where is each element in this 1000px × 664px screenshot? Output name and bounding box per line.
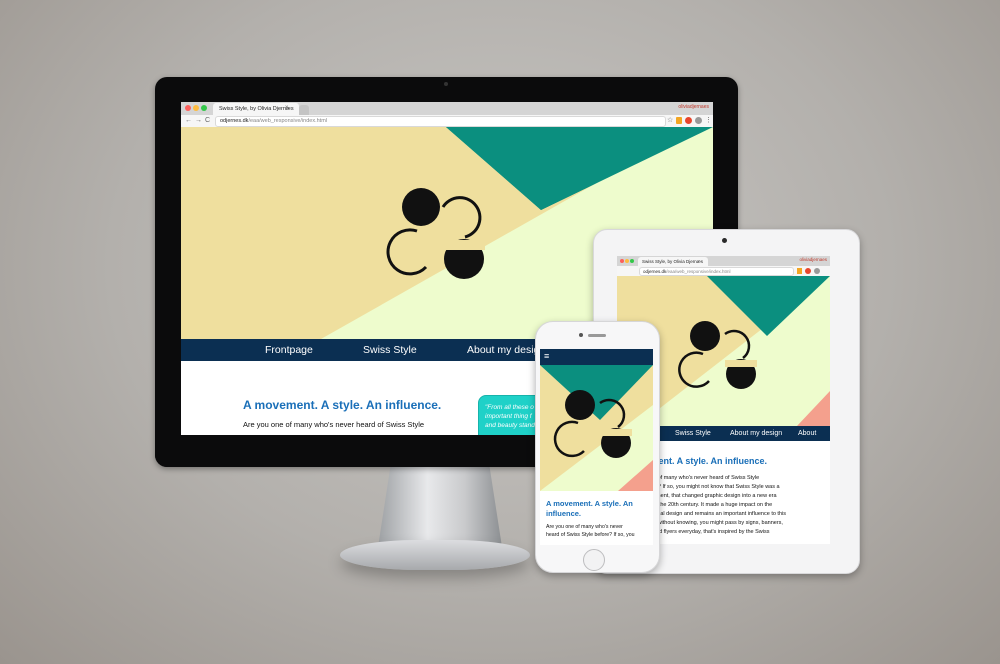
page-heading: A movement. A style. An xyxy=(546,499,633,508)
body-line: e of many who's never heard of Swiss Sty… xyxy=(653,475,760,481)
ipad-camera xyxy=(722,238,727,243)
page-heading-cont: influence. xyxy=(546,509,582,518)
address-bar[interactable]: odjernes.dk/eaa/web_responsive/index.htm… xyxy=(215,116,666,127)
body-line: Are you one of many who's never xyxy=(546,524,623,530)
intro-text: Are you one of many who's never heard of… xyxy=(243,420,425,429)
bookmark-star-icon[interactable]: ☆ xyxy=(667,117,673,124)
nav-swiss-style[interactable]: Swiss Style xyxy=(363,344,417,356)
iphone-speaker xyxy=(588,334,606,337)
url-host: odjernes.dk xyxy=(220,118,249,124)
maximize-window-icon[interactable] xyxy=(201,105,207,111)
minimize-window-icon[interactable] xyxy=(625,259,629,263)
body-line: heard of Swiss Style before? If so, you xyxy=(546,532,635,538)
extension-shield-icon[interactable] xyxy=(685,117,692,124)
extension-icon[interactable] xyxy=(676,117,682,124)
quote-line: "From all these o xyxy=(485,404,534,411)
reload-icon[interactable]: C xyxy=(205,117,210,124)
body-line: ement, that changed graphic design into … xyxy=(653,493,777,499)
page-heading: A movement. A style. An influence. xyxy=(243,398,442,412)
body-line: o without knowing, you might pass by sig… xyxy=(653,520,783,526)
extension-icon[interactable] xyxy=(797,268,802,274)
imac-stand-neck xyxy=(378,467,502,547)
hero-graphic xyxy=(540,365,653,491)
mobile-nav: ≡ xyxy=(540,349,653,365)
iphone-home-button[interactable] xyxy=(583,549,605,571)
body-line: and flyers everyday, that's inspired by … xyxy=(653,529,770,535)
nav-about-my-design[interactable]: About my design xyxy=(730,430,782,437)
iphone-screen: ≡ A movement. A style. An influence. Are… xyxy=(540,349,653,545)
nav-swiss-style[interactable]: Swiss Style xyxy=(675,430,711,437)
nav-frontpage[interactable]: Frontpage xyxy=(265,344,313,356)
minimize-window-icon[interactable] xyxy=(193,105,199,111)
profile-name[interactable]: oliviadjernaes xyxy=(799,257,827,263)
url-path: /eaa/web_responsive/index.html xyxy=(248,118,328,124)
page-heading: nent. A style. An influence. xyxy=(653,456,768,466)
iphone-camera xyxy=(579,333,583,337)
browser-tab[interactable]: Swiss Style, by Olivia Djernæs xyxy=(638,257,708,266)
ss-logo-icon xyxy=(553,390,632,458)
close-window-icon[interactable] xyxy=(620,259,624,263)
extension-round-icon[interactable] xyxy=(695,117,702,124)
back-icon[interactable]: ← xyxy=(185,117,192,124)
nav-about-my-design[interactable]: About my design xyxy=(467,344,545,356)
url-path: /eaa/web_responsive/index.html xyxy=(666,269,731,274)
hamburger-menu-icon[interactable]: ≡ xyxy=(544,351,549,361)
address-bar[interactable]: odjernes.dk/eaa/web_responsive/index.htm… xyxy=(639,267,794,276)
tab-title: Swiss Style, by Olivia Djernæs xyxy=(642,259,704,264)
tab-title: Swiss Style, by Olivia Djernæs xyxy=(219,106,294,112)
browser-tab-bar: Swiss Style, by Olivia Djernæs × oliviad… xyxy=(181,102,713,115)
body-line: strial design and remains an important i… xyxy=(653,511,786,517)
tab-close-icon[interactable]: × xyxy=(285,105,289,111)
body-line: in the 20th century. It made a huge impa… xyxy=(653,502,773,508)
hero-banner xyxy=(540,365,653,491)
extension-round-icon[interactable] xyxy=(814,268,820,274)
profile-name[interactable]: oliviadjernaes xyxy=(678,105,709,110)
forward-icon[interactable]: → xyxy=(195,117,202,124)
new-tab-button[interactable] xyxy=(299,105,309,115)
browser-menu-icon[interactable]: ⋮ xyxy=(705,117,712,124)
nav-about[interactable]: About xyxy=(798,430,816,437)
imac-stand-base xyxy=(340,540,530,570)
body-line: re? If so, you might not know that Swiss… xyxy=(653,484,780,490)
ipad-tab-bar: Swiss Style, by Olivia Djernæs oliviadje… xyxy=(617,256,830,266)
quote-line: and beauty stand xyxy=(485,422,535,429)
page-content: A movement. A style. An influence. Are y… xyxy=(540,491,653,545)
quote-line: important thing f xyxy=(485,413,532,420)
url-host: odjernes.dk xyxy=(643,269,667,274)
maximize-window-icon[interactable] xyxy=(630,259,634,263)
imac-camera xyxy=(444,82,448,86)
ss-logo-icon xyxy=(386,188,485,279)
extension-shield-icon[interactable] xyxy=(805,268,811,274)
close-window-icon[interactable] xyxy=(185,105,191,111)
